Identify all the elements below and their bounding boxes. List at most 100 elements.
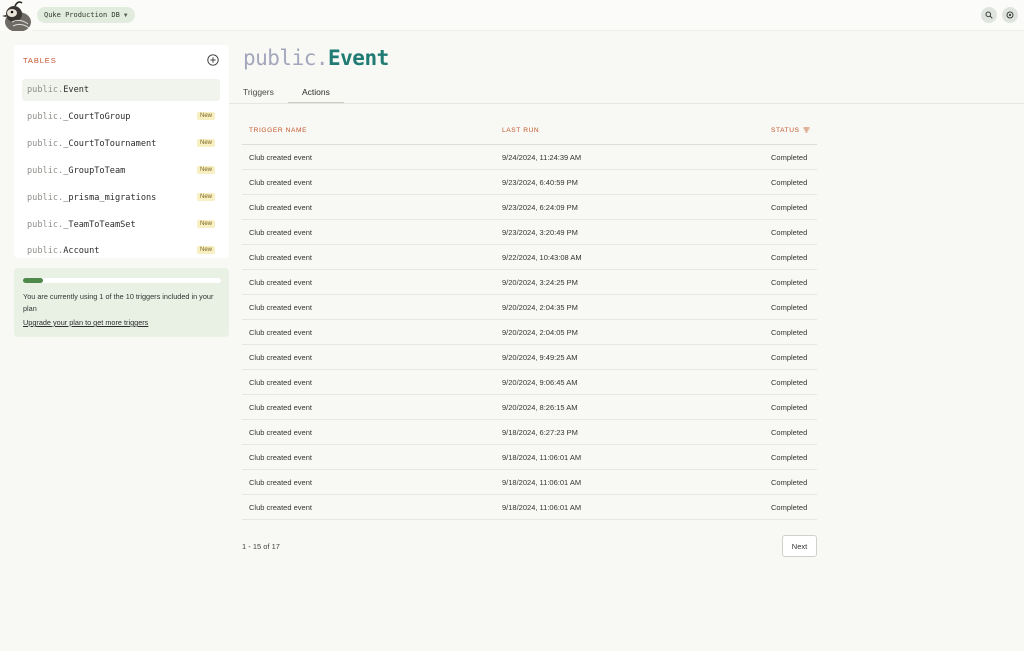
sidebar-item-account[interactable]: public. Account New — [22, 240, 220, 258]
table-row[interactable]: Club created event 9/23/2024, 6:24:09 PM C… — [242, 195, 817, 220]
last-run-cell: 9/20/2024, 8:26:15 AM — [502, 403, 578, 412]
sidebar-item-event[interactable]: public. Event — [22, 79, 220, 101]
trigger-name-cell: Club created event — [249, 178, 312, 187]
settings-button[interactable] — [1002, 7, 1018, 23]
status-cell: Completed — [771, 228, 808, 237]
sidebar-item-team-to-team-set[interactable]: public. _TeamToTeamSet New — [22, 214, 220, 236]
settings-icon — [1006, 11, 1014, 19]
table-row[interactable]: Club created event 9/20/2024, 3:24:25 PM C… — [242, 270, 817, 295]
new-badge: New — [196, 139, 215, 147]
new-badge: New — [196, 166, 215, 174]
trigger-name-cell: Club created event — [249, 278, 312, 287]
sidebar-item-prisma-migrations[interactable]: public. _prisma_migrations New — [22, 187, 220, 209]
trigger-name-cell: Club created event — [249, 378, 312, 387]
table-row[interactable]: Club created event 9/24/2024, 11:24:39 AM… — [242, 145, 817, 170]
trigger-name-cell: Club created event — [249, 153, 312, 162]
table-name: _GroupToTeam — [63, 166, 126, 176]
tables-sidebar: TABLES public. Event public. _CourtToGroup… — [14, 45, 229, 258]
table-schema: public. — [27, 112, 64, 122]
table-schema: public. — [27, 220, 64, 230]
status-cell: Completed — [771, 503, 808, 512]
table-name: _CourtToGroup — [63, 112, 131, 122]
table-row[interactable]: Club created event 9/20/2024, 2:04:35 PM C… — [242, 295, 817, 320]
page-title: public.Event — [243, 46, 389, 70]
table-schema: public. — [27, 246, 64, 256]
column-header-last-run[interactable]: LAST RUN — [502, 127, 539, 134]
status-cell: Completed — [771, 478, 808, 487]
table-schema: public. — [27, 139, 64, 149]
table-row[interactable]: Club created event 9/23/2024, 6:40:59 PM C… — [242, 170, 817, 195]
search-button[interactable] — [981, 7, 997, 23]
status-cell: Completed — [771, 178, 808, 187]
trigger-name-cell: Club created event — [249, 253, 312, 262]
next-page-button[interactable]: Next — [782, 535, 817, 557]
trigger-name-cell: Club created event — [249, 353, 312, 362]
add-table-icon[interactable] — [207, 54, 219, 66]
table-row[interactable]: Club created event 9/18/2024, 11:06:01 AM… — [242, 470, 817, 495]
table-row[interactable]: Club created event 9/20/2024, 8:26:15 AM C… — [242, 395, 817, 420]
status-cell: Completed — [771, 153, 808, 162]
table-row[interactable]: Club created event 9/20/2024, 9:06:45 AM C… — [242, 370, 817, 395]
status-cell: Completed — [771, 203, 808, 212]
table-row[interactable]: Club created event 9/23/2024, 3:20:49 PM C… — [242, 220, 817, 245]
chevron-down-icon: ▼ — [123, 11, 128, 19]
trigger-usage-card: You are currently using 1 of the 10 trig… — [14, 268, 229, 337]
trigger-name-cell: Club created event — [249, 478, 312, 487]
database-selector[interactable]: Quke Production DB ▼ — [37, 7, 136, 23]
table-row[interactable]: Club created event 9/18/2024, 11:06:01 AM… — [242, 495, 817, 520]
last-run-cell: 9/20/2024, 2:04:35 PM — [502, 303, 578, 312]
column-header-status[interactable]: STATUS — [771, 127, 810, 134]
table-row[interactable]: Club created event 9/18/2024, 6:27:23 PM C… — [242, 420, 817, 445]
new-badge: New — [196, 220, 215, 228]
last-run-cell: 9/23/2024, 6:24:09 PM — [502, 203, 578, 212]
table-header: TRIGGER NAME LAST RUN STATUS — [242, 120, 817, 145]
last-run-cell: 9/20/2024, 9:49:25 AM — [502, 353, 578, 362]
database-selector-label: Quke Production DB — [44, 11, 120, 19]
sidebar-item-group-to-team[interactable]: public. _GroupToTeam New — [22, 160, 220, 182]
pagination-info: 1 - 15 of 17 — [242, 542, 280, 551]
table-row[interactable]: Club created event 9/22/2024, 10:43:08 AM… — [242, 245, 817, 270]
new-badge: New — [196, 112, 215, 120]
trigger-name-cell: Club created event — [249, 328, 312, 337]
table-name: _CourtToTournament — [63, 139, 157, 149]
tab-divider — [229, 103, 1024, 104]
usage-progress-fill — [23, 278, 43, 283]
filter-icon[interactable] — [803, 127, 810, 133]
table-name: _prisma_migrations — [63, 193, 157, 203]
table-schema: public. — [27, 85, 64, 95]
table-name: _TeamToTeamSet — [63, 220, 136, 230]
sidebar-item-court-to-group[interactable]: public. _CourtToGroup New — [22, 106, 220, 128]
table-row[interactable]: Club created event 9/18/2024, 11:06:01 AM… — [242, 445, 817, 470]
status-cell: Completed — [771, 328, 808, 337]
tab-actions[interactable]: Actions — [288, 82, 344, 103]
last-run-cell: 9/20/2024, 9:06:45 AM — [502, 378, 578, 387]
search-icon — [985, 11, 993, 19]
top-bar: Quke Production DB ▼ — [0, 0, 1024, 31]
last-run-cell: 9/20/2024, 2:04:05 PM — [502, 328, 578, 337]
trigger-name-cell: Club created event — [249, 428, 312, 437]
trigger-name-cell: Club created event — [249, 503, 312, 512]
new-badge: New — [196, 246, 215, 254]
status-cell: Completed — [771, 453, 808, 462]
status-cell: Completed — [771, 278, 808, 287]
tab-triggers[interactable]: Triggers — [243, 82, 274, 103]
last-run-cell: 9/18/2024, 11:06:01 AM — [502, 478, 582, 487]
quail-logo-icon[interactable] — [0, 0, 32, 31]
column-header-trigger-name[interactable]: TRIGGER NAME — [249, 127, 307, 134]
table-row[interactable]: Club created event 9/20/2024, 9:49:25 AM C… — [242, 345, 817, 370]
status-cell: Completed — [771, 303, 808, 312]
table-schema: public. — [27, 193, 64, 203]
table-schema: public. — [27, 166, 64, 176]
status-cell: Completed — [771, 353, 808, 362]
last-run-cell: 9/22/2024, 10:43:08 AM — [502, 253, 582, 262]
usage-text: You are currently using 1 of the 10 trig… — [23, 292, 214, 313]
table-name: Account — [63, 246, 100, 256]
table-row[interactable]: Club created event 9/20/2024, 2:04:05 PM C… — [242, 320, 817, 345]
column-header-status-label: STATUS — [771, 127, 800, 134]
trigger-name-cell: Club created event — [249, 228, 312, 237]
status-cell: Completed — [771, 378, 808, 387]
page-title-schema: public. — [243, 46, 329, 70]
sidebar-item-court-to-tournament[interactable]: public. _CourtToTournament New — [22, 133, 220, 155]
upgrade-plan-link[interactable]: Upgrade your plan to get more triggers — [23, 318, 148, 327]
last-run-cell: 9/20/2024, 3:24:25 PM — [502, 278, 578, 287]
